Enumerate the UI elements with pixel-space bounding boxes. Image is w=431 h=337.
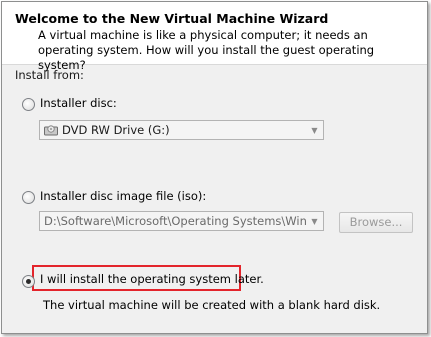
drive-select-value-wrap: DVD RW Drive (G:) bbox=[44, 123, 170, 137]
chevron-down-icon[interactable]: ▼ bbox=[306, 121, 323, 139]
install-later-radio[interactable] bbox=[22, 275, 35, 288]
iso-path-value: D:\Software\Microsoft\Operating Systems\… bbox=[44, 214, 306, 228]
wizard-header: Welcome to the New Virtual Machine Wizar… bbox=[2, 2, 427, 72]
wizard-subtitle: A virtual machine is like a physical com… bbox=[38, 28, 375, 72]
iso-image-label[interactable]: Installer disc image file (iso): bbox=[40, 189, 206, 203]
install-later-note: The virtual machine will be created with… bbox=[43, 298, 381, 312]
installer-disc-radio[interactable] bbox=[22, 98, 35, 111]
installer-disc-label[interactable]: Installer disc: bbox=[40, 96, 117, 110]
iso-path-input[interactable]: D:\Software\Microsoft\Operating Systems\… bbox=[39, 211, 324, 231]
browse-button[interactable]: Browse... bbox=[339, 212, 413, 233]
install-from-label: Install from: bbox=[15, 68, 84, 82]
optical-drive-icon bbox=[44, 125, 58, 136]
drive-select-value: DVD RW Drive (G:) bbox=[62, 123, 170, 137]
iso-image-radio[interactable] bbox=[22, 191, 35, 204]
drive-select[interactable]: DVD RW Drive (G:) ▼ bbox=[39, 120, 324, 140]
wizard-window: Welcome to the New Virtual Machine Wizar… bbox=[1, 1, 428, 334]
install-later-label[interactable]: I will install the operating system late… bbox=[40, 272, 264, 286]
wizard-title: Welcome to the New Virtual Machine Wizar… bbox=[15, 11, 329, 26]
chevron-down-icon[interactable]: ▼ bbox=[306, 212, 323, 230]
